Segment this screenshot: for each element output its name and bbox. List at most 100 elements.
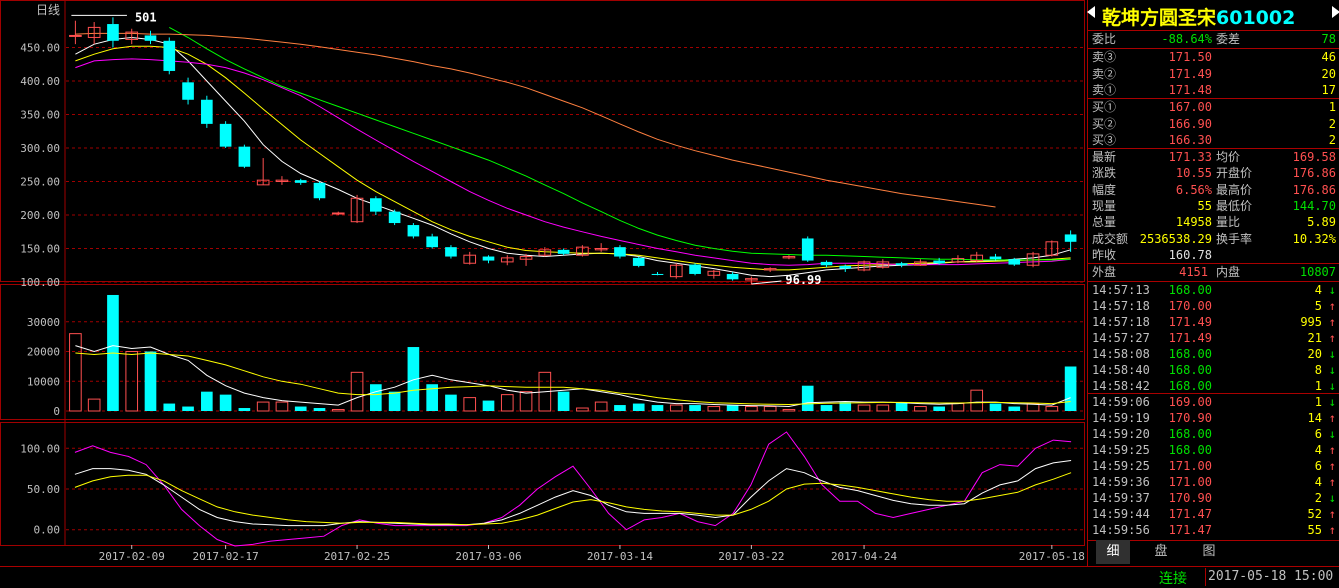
candle-body [313, 182, 326, 199]
kline-chart-area[interactable]: 450.00 400.00 350.00 300.00 250.00 200.00 150.… [0, 0, 1085, 566]
volume-bar [669, 404, 683, 412]
order-ratio-row: 委比 -88.64% 委差 78 [1092, 31, 1338, 48]
price-tick-label: 300.00 [20, 142, 60, 155]
stock-title: 乾坤方圆圣宋601002 [1102, 3, 1295, 30]
waipan-value: 4151 [1179, 265, 1208, 279]
volume-bar [689, 405, 701, 411]
arrow-up-icon: ↑ [1328, 411, 1336, 425]
candle-body [820, 261, 833, 266]
candle-body [482, 256, 495, 261]
indicator-line [74, 472, 1072, 526]
buy-level-label: 买③ [1092, 133, 1117, 147]
tick-row[interactable]: 14:59:37 170.90 2 ↓ [1092, 490, 1338, 507]
tick-time: 14:58:08 [1092, 347, 1150, 361]
status-bar: 连接 2017-05-18 15:00 [0, 566, 1339, 587]
tick-volume: 6 [1314, 427, 1322, 441]
tick-row[interactable]: 14:57:27 171.49 21 ↑ [1092, 330, 1338, 347]
date-tick-label: 2017-05-18 [1019, 550, 1085, 563]
next-stock-icon[interactable] [1332, 6, 1339, 18]
sell-volume: 20 [1321, 66, 1336, 81]
stock-name: 乾坤方圆圣宋 [1102, 7, 1217, 29]
indicator-tick-label: 50.00 [27, 483, 60, 496]
volume-bar [594, 401, 608, 412]
prev-stock-icon[interactable] [1087, 6, 1095, 18]
arrow-up-icon: ↑ [1328, 331, 1336, 345]
candle-body [445, 247, 457, 257]
tick-volume: 1 [1314, 395, 1322, 409]
price-tick-label: 250.00 [20, 176, 60, 189]
tick-price: 171.00 [1168, 475, 1212, 489]
tick-row[interactable]: 14:59:20 168.00 6 ↓ [1092, 426, 1338, 443]
quote-stat-row: 幅度 6.56% 最高价 176.86 [1092, 182, 1338, 199]
tick-volume: 4 [1314, 283, 1322, 297]
stat-value: 55 [1197, 198, 1212, 213]
tab-chart[interactable]: 图 [1192, 540, 1226, 564]
tick-price: 171.47 [1168, 523, 1212, 537]
sell-order-row: 卖① 171.48 17 [1092, 82, 1338, 99]
volume-bar [219, 394, 232, 411]
date-tick-label: 2017-03-06 [455, 550, 521, 563]
volume-bar [951, 403, 965, 412]
candle-body [107, 24, 119, 41]
tick-row[interactable]: 14:59:44 171.47 52 ↑ [1092, 506, 1338, 523]
volume-bar [576, 407, 589, 412]
tick-row[interactable]: 14:58:08 168.00 20 ↓ [1092, 346, 1338, 363]
kline-chart[interactable]: 450.00 400.00 350.00 300.00 250.00 200.00 150.… [0, 0, 1085, 566]
candle-body [614, 247, 626, 257]
stat-value: 171.33 [1168, 150, 1212, 164]
stat-value: 5.89 [1307, 215, 1336, 230]
volume-bar [820, 405, 833, 411]
volume-bar [895, 402, 908, 411]
tick-time: 14:59:25 [1092, 459, 1150, 473]
tick-volume: 20 [1307, 347, 1322, 361]
stat-label: 涨跌 [1092, 166, 1117, 181]
quote-stat-row: 现量 55 最低价 144.70 [1092, 198, 1338, 215]
tick-row[interactable]: 14:59:25 171.00 6 ↑ [1092, 458, 1338, 475]
tick-row[interactable]: 14:59:36 171.00 4 ↑ [1092, 474, 1338, 491]
tick-time: 14:57:18 [1092, 299, 1150, 313]
volume-bar [914, 406, 927, 412]
tick-time: 14:59:19 [1092, 411, 1150, 425]
volume-bar [933, 406, 945, 411]
quote-stat-row: 昨收 160.78 [1092, 247, 1338, 264]
connection-status[interactable]: 连接 [1159, 568, 1187, 588]
volume-tick-label: 10000 [27, 375, 60, 388]
candle-body [801, 238, 814, 261]
weicha-value: 78 [1321, 32, 1336, 46]
stat-value: 169.58 [1292, 150, 1336, 164]
date-tick-label: 2017-03-22 [718, 550, 784, 563]
volume-bar [519, 391, 533, 412]
candle-body [163, 40, 176, 71]
quote-panel: 乾坤方圆圣宋601002 委比 -88.64% 委差 78 卖③ 171.50 46… [1087, 0, 1339, 566]
buy-level-label: 买① [1092, 100, 1117, 114]
buy-order-row: 买② 166.90 2 [1092, 116, 1338, 133]
stock-code: 601002 [1216, 7, 1296, 29]
tick-time: 14:58:40 [1092, 363, 1150, 377]
sell-order-row: 卖② 171.49 20 [1092, 66, 1338, 83]
tick-row[interactable]: 14:59:56 171.47 55 ↑ [1092, 522, 1338, 539]
tick-row[interactable]: 14:57:18 170.00 5 ↑ [1092, 298, 1338, 315]
tick-row[interactable]: 14:59:25 168.00 4 ↑ [1092, 442, 1338, 459]
inner-outer-row: 外盘 4151 内盘 10807 [1092, 264, 1338, 281]
price-tick-label: 400.00 [20, 75, 60, 88]
indicator-tick-label: 100.00 [20, 442, 60, 455]
tab-book[interactable]: 盘 [1144, 540, 1178, 564]
tick-row[interactable]: 14:57:13 168.00 4 ↓ [1092, 282, 1338, 299]
tick-price: 170.00 [1168, 299, 1212, 313]
sell-order-row: 卖③ 171.50 46 [1092, 49, 1338, 66]
candle-body [144, 35, 157, 41]
tick-time: 14:59:36 [1092, 475, 1150, 489]
tick-time: 14:57:27 [1092, 331, 1150, 345]
tick-time: 14:59:06 [1092, 395, 1150, 409]
tab-detail[interactable]: 细 [1096, 540, 1130, 564]
date-tick-label: 2017-02-25 [324, 550, 390, 563]
volume-bar [614, 405, 626, 411]
buy-price: 166.30 [1168, 133, 1212, 147]
price-ma-line [75, 58, 1071, 266]
tick-row[interactable]: 14:59:06 169.00 1 ↓ [1092, 394, 1338, 411]
tick-row[interactable]: 14:58:40 168.00 8 ↓ [1092, 362, 1338, 379]
stat-label: 开盘价 [1216, 166, 1253, 181]
tick-row[interactable]: 14:59:19 170.90 14 ↑ [1092, 410, 1338, 427]
tick-row[interactable]: 14:57:18 171.49 995 ↑ [1092, 314, 1338, 331]
tick-volume: 6 [1314, 459, 1322, 473]
